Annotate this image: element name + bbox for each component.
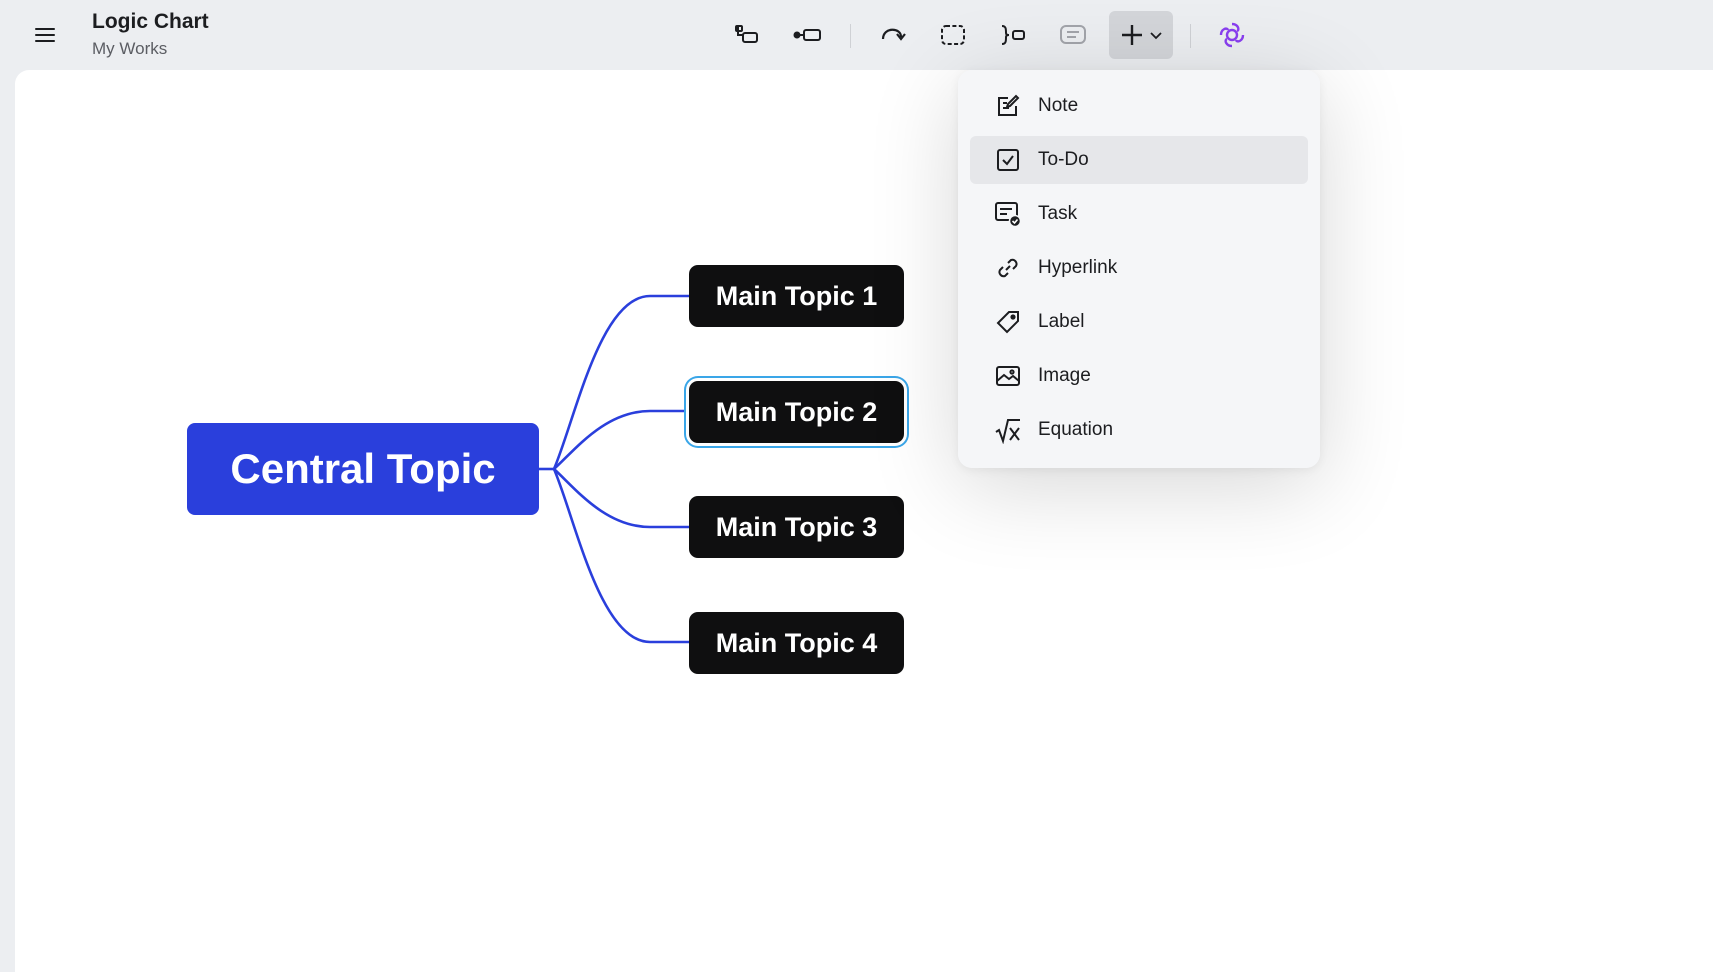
chevron-down-icon [1150, 32, 1162, 40]
menu-item-image[interactable]: Image [970, 352, 1308, 400]
hamburger-menu-button[interactable] [26, 17, 64, 53]
menu-item-to-do[interactable]: To-Do [970, 136, 1308, 184]
summary-button[interactable] [991, 14, 1035, 56]
toolbar-divider [850, 24, 851, 48]
main-topic-node[interactable]: Main Topic 3 [689, 496, 904, 558]
note-icon [994, 92, 1022, 120]
document-folder[interactable]: My Works [92, 39, 167, 59]
boundary-icon [941, 25, 965, 45]
main-topic-node-selected[interactable]: Main Topic 2 [689, 381, 904, 443]
menu-item-label: Image [1038, 365, 1091, 386]
main-topic-node[interactable]: Main Topic 1 [689, 265, 904, 327]
connector-topic-3 [553, 468, 689, 529]
tag-icon [994, 308, 1022, 336]
subtopic-icon [735, 25, 758, 43]
menu-item-equation[interactable]: Equation [970, 406, 1308, 454]
relationship-icon [881, 28, 906, 41]
menu-item-note[interactable]: Note [970, 82, 1308, 130]
relationship-button[interactable] [871, 14, 915, 56]
toolbar-divider [1190, 24, 1191, 48]
task-icon [994, 200, 1022, 228]
topic-icon [793, 29, 821, 41]
top-bar: Logic Chart My Works [0, 0, 1713, 70]
menu-item-hyperlink[interactable]: Hyperlink [970, 244, 1308, 292]
insert-dropdown-button[interactable] [1109, 11, 1173, 59]
menu-item-label: Equation [1038, 419, 1114, 440]
menu-item-label: Label [1038, 311, 1085, 332]
link-icon [994, 254, 1022, 282]
mindmap-canvas[interactable]: Central Topic Main Topic 1 Main Topic 2 … [15, 70, 1713, 972]
comment-button[interactable] [1051, 14, 1095, 56]
menu-item-label: Note [1038, 95, 1079, 116]
comment-icon [1060, 25, 1086, 44]
boundary-button[interactable] [931, 14, 975, 56]
menu-item-label: Task [1038, 203, 1078, 224]
insert-topic-button[interactable] [786, 14, 830, 56]
ai-assistant-button[interactable] [1210, 14, 1254, 56]
connector-topic-1 [552, 294, 689, 470]
document-title[interactable]: Logic Chart [92, 10, 209, 34]
menu-item-task[interactable]: Task [970, 190, 1308, 238]
plus-icon [1122, 25, 1142, 45]
menu-item-label: To-Do [1038, 149, 1089, 170]
equation-icon [994, 416, 1022, 444]
connector-topic-4 [552, 468, 689, 644]
connector-topic-2 [553, 409, 689, 470]
insert-subtopic-button[interactable] [725, 14, 769, 56]
checkbox-icon [994, 146, 1022, 174]
insert-menu: Note To-Do Task Hyperlink Label Image Eq… [958, 70, 1320, 468]
menu-item-label[interactable]: Label [970, 298, 1308, 346]
image-icon [994, 362, 1022, 390]
ai-icon [1219, 22, 1245, 48]
hamburger-icon [35, 28, 55, 42]
menu-item-label: Hyperlink [1038, 257, 1118, 278]
summary-icon [1001, 25, 1025, 45]
main-topic-node[interactable]: Main Topic 4 [689, 612, 904, 674]
central-topic[interactable]: Central Topic [187, 423, 539, 515]
